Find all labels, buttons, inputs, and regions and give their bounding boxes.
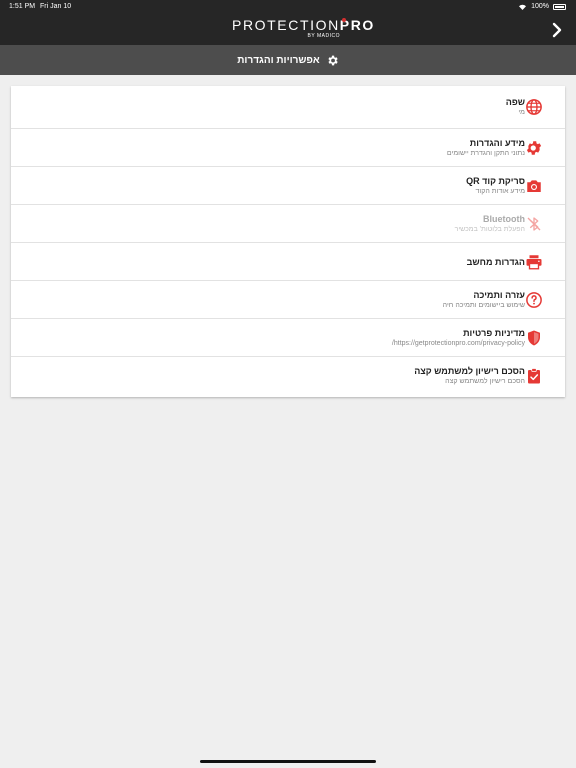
menu-item-subtitle: הפעלת בלוטות' במכשיר — [454, 226, 525, 233]
menu-item-texts: הגדרות מחשב — [467, 256, 525, 268]
menu-item-subtitle: שימוש ביישומים ותמיכה חיה — [442, 302, 525, 309]
printer-icon — [526, 255, 542, 270]
menu-item-texts: הסכם רישיון למשתמש קצה הסכם רישיון למשתמ… — [414, 365, 525, 387]
menu-item-title: שפה — [505, 97, 525, 107]
menu-item-title: הסכם רישיון למשתמש קצה — [414, 366, 525, 376]
menu-item-eula[interactable]: הסכם רישיון למשתמש קצה הסכם רישיון למשתמ… — [11, 357, 565, 397]
menu-item-subtitle: https://getprotectionpro.com/privacy-pol… — [391, 340, 525, 347]
battery-percent: 100% — [531, 3, 549, 10]
status-date: Fri Jan 10 — [40, 3, 72, 10]
camera-icon — [527, 180, 541, 192]
help-icon — [526, 292, 542, 308]
shield-icon — [528, 330, 540, 346]
menu-item-computer-settings[interactable]: הגדרות מחשב — [11, 243, 565, 281]
wifi-icon — [519, 4, 527, 10]
menu-item-help-support[interactable]: עזרה ותמיכה שימוש ביישומים ותמיכה חיה — [11, 281, 565, 319]
menu-item-privacy-policy[interactable]: מדיניות פרטיות https://getprotectionpro.… — [11, 319, 565, 357]
section-title: אפשרויות והגדרות — [237, 54, 320, 66]
menu-item-subtitle: נתוני התקן והגדרת יישומים — [446, 150, 525, 157]
menu-item-subtitle: הסכם רישיון למשתמש קצה — [445, 378, 525, 385]
status-time: 1:51 PM — [9, 3, 36, 10]
globe-icon — [526, 99, 542, 115]
logo-word-protection: PROTECTION — [232, 17, 340, 33]
logo-subtitle: BY MADICO — [307, 33, 340, 39]
logo-wordmark: PROTECTIONPRO — [232, 17, 373, 33]
menu-item-texts: מדיניות פרטיות https://getprotectionpro.… — [392, 327, 525, 349]
menu-item-texts: עזרה ותמיכה שימוש ביישומים ותמיכה חיה — [443, 289, 525, 311]
menu-item-info-settings[interactable]: מידע והגדרות נתוני התקן והגדרת יישומים — [11, 129, 565, 167]
menu-item-subtitle: מידע אודות הקוד — [475, 188, 525, 195]
menu-item-bluetooth: Bluetooth הפעלת בלוטות' במכשיר — [11, 205, 565, 243]
chevron-right-icon[interactable] — [550, 22, 564, 38]
section-header: אפשרויות והגדרות — [0, 45, 576, 75]
menu-item-texts: Bluetooth הפעלת בלוטות' במכשיר — [455, 213, 525, 235]
menu-item-language[interactable]: שפה מי — [11, 86, 565, 129]
menu-item-title: הגדרות מחשב — [466, 257, 525, 267]
app-logo: PROTECTIONPRO BY MADICO — [232, 17, 373, 43]
menu-item-texts: מידע והגדרות נתוני התקן והגדרת יישומים — [447, 137, 525, 159]
menu-item-title: עזרה ותמיכה — [473, 290, 525, 300]
menu-item-title: סריקת קוד QR — [466, 176, 525, 186]
settings-list: שפה מי מידע והגדרות נתוני התקן והגדרת יי… — [11, 86, 565, 397]
status-right: 100% — [518, 3, 566, 10]
gear-icon — [526, 141, 542, 155]
clipboard-check-icon — [528, 368, 540, 384]
menu-item-qr-scan[interactable]: סריקת קוד QR מידע אודות הקוד — [11, 167, 565, 205]
menu-item-subtitle: מי — [518, 109, 525, 116]
battery-icon — [553, 3, 566, 10]
menu-item-title: מידע והגדרות — [469, 138, 525, 148]
nav-bar: PROTECTIONPRO BY MADICO — [0, 14, 576, 45]
home-indicator — [200, 760, 376, 763]
status-bar: 1:51 PM Fri Jan 10 100% — [0, 0, 576, 14]
menu-item-texts: שפה מי — [506, 96, 525, 118]
menu-item-title: Bluetooth — [483, 214, 525, 224]
logo-trademark-dot — [342, 18, 346, 22]
menu-item-title: מדיניות פרטיות — [463, 328, 525, 338]
menu-item-texts: סריקת קוד QR מידע אודות הקוד — [466, 175, 525, 197]
bluetooth-disabled-icon — [527, 217, 541, 231]
gear-icon — [328, 55, 338, 65]
